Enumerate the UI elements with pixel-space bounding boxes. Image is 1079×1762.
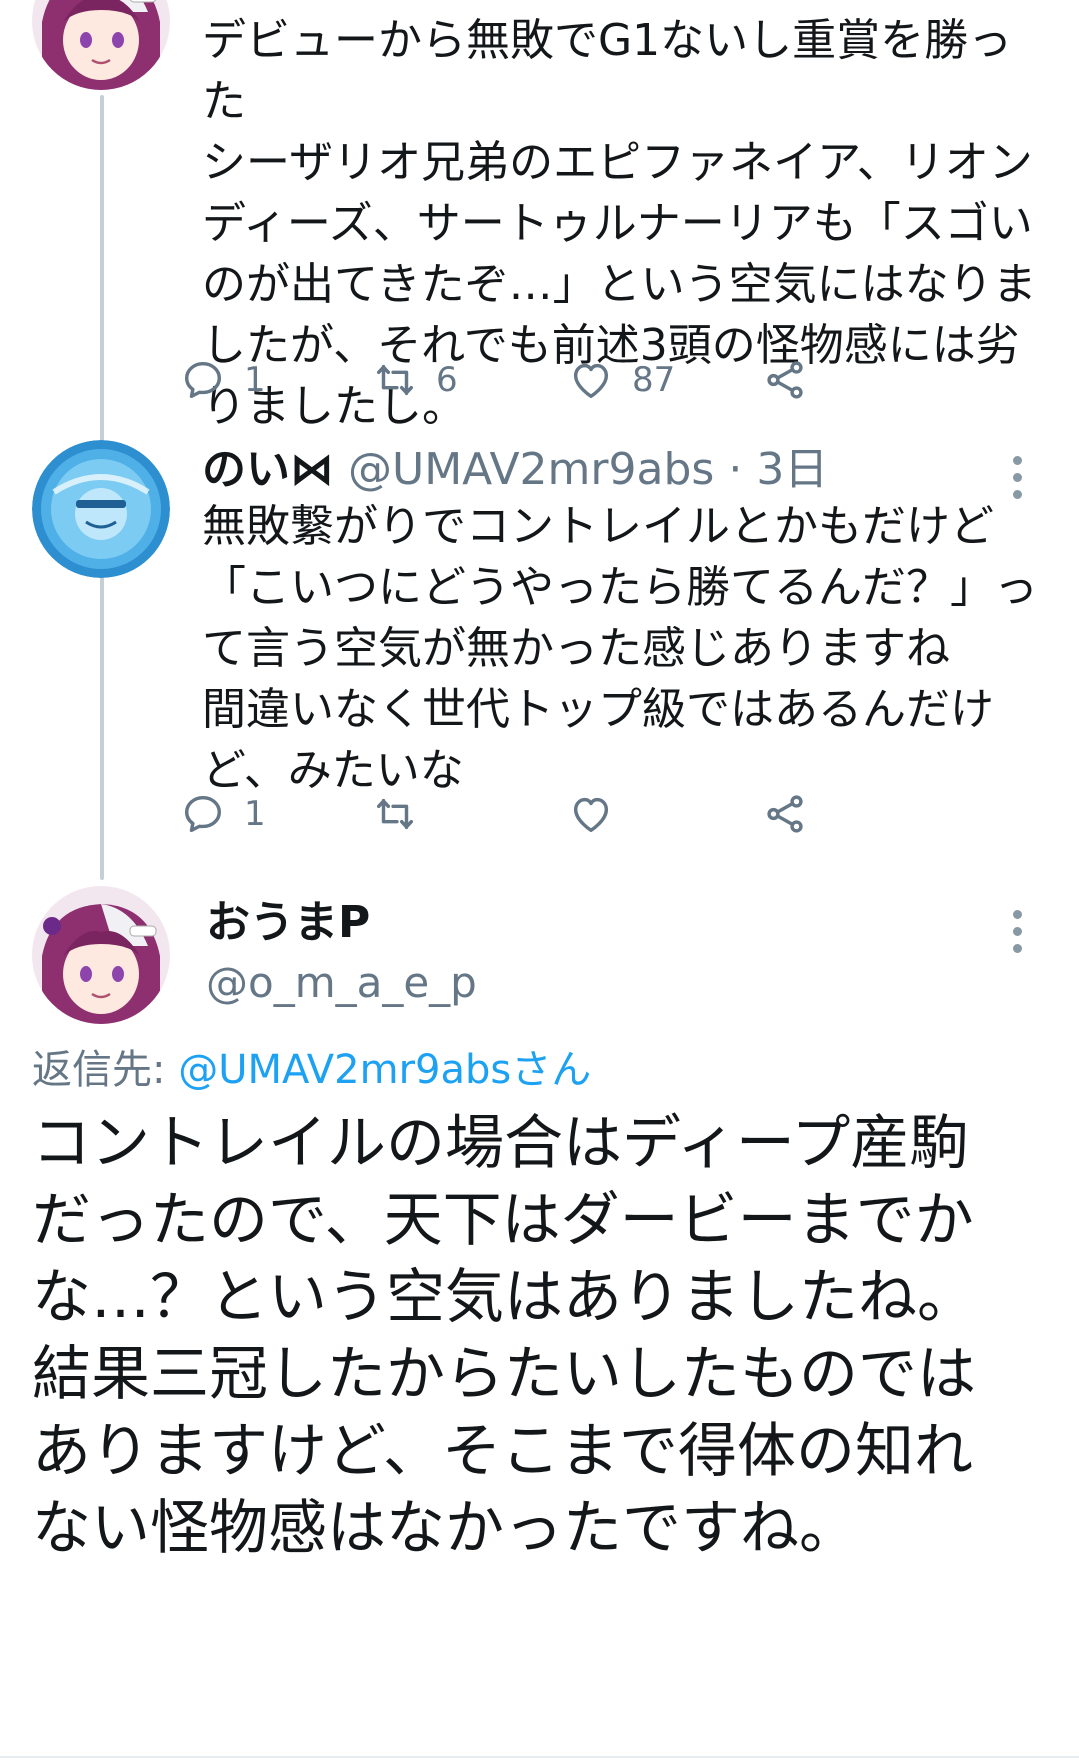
reply-to-mention[interactable]: @UMAV2mr9absさん [178,1047,591,1093]
reply-icon [184,361,222,399]
like-button[interactable] [568,784,632,844]
retweet-icon [376,364,414,396]
share-button[interactable] [762,784,808,844]
retweet-icon [376,798,414,830]
heart-icon [573,797,609,833]
reply-button[interactable]: 1 [180,350,266,410]
tweet-header: のい⋈ @UMAV2mr9abs · 3日 [202,442,828,498]
main-tweet-text: コントレイルの場合はディープ産駒 だったので、天下はダービーまでか な…？という… [32,1108,977,1562]
avatar[interactable] [32,886,170,1024]
like-button[interactable]: 87 [568,350,675,410]
more-vertical-icon [1012,910,1022,919]
display-name[interactable]: のい⋈ [202,444,334,495]
retweet-button[interactable] [372,784,436,844]
share-icon [767,795,803,833]
share-icon [767,361,803,399]
avatar[interactable] [32,440,170,578]
display-name[interactable]: おうまP [206,895,370,951]
separator: · [728,444,743,495]
tweet-text: 無敗繋がりでコントレイルとかもだけど 「こいつにどうやったら勝てるんだ？」っ て… [202,501,1038,796]
like-count: 87 [632,360,676,400]
tweet-actions: 1 [184,784,922,844]
timestamp[interactable]: 3日 [756,444,828,495]
reply-count: 1 [244,794,266,834]
avatar[interactable] [32,0,170,90]
retweet-button[interactable]: 6 [372,350,458,410]
retweet-count: 6 [436,360,458,400]
handle[interactable]: @UMAV2mr9abs [348,444,714,495]
tweet-actions: 1 6 87 [184,350,922,410]
share-button[interactable] [762,350,808,410]
reply-to: 返信先: @UMAV2mr9absさん [32,1042,591,1098]
heart-icon [573,363,609,399]
more-button[interactable] [1011,910,1023,953]
reply-count: 1 [244,360,266,400]
reply-icon [184,795,222,833]
divider [0,1756,1079,1758]
more-vertical-icon [1012,456,1022,465]
reply-to-label: 返信先: [32,1047,166,1093]
more-button[interactable] [1011,456,1023,499]
handle[interactable]: @o_m_a_e_p [206,955,477,1011]
reply-button[interactable]: 1 [180,784,266,844]
